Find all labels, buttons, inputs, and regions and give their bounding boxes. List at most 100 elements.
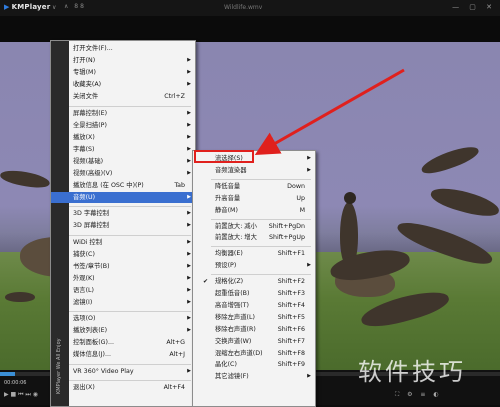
audio-menu-item[interactable]: 移除右声道(R) Shift+F6 bbox=[193, 324, 315, 335]
audio-submenu: 流选择(S) ▶ 音频渲染器 ▶ 降低音量 Down 升高音量 Up 静音(M) M 前置放大: 减… bbox=[192, 150, 316, 407]
audio-menu-item-label: 升高音量 bbox=[215, 194, 241, 202]
main-menu-item[interactable]: 3D 屏幕控制 ▶ bbox=[51, 220, 195, 231]
main-menu-item[interactable]: 媒体信息(J)... Alt+J bbox=[51, 349, 195, 360]
main-menu-item[interactable]: 全景扫描(P) ▶ bbox=[51, 120, 195, 131]
audio-menu-item-shortcut: Shift+F7 bbox=[277, 337, 305, 345]
audio-menu-item[interactable]: 交换声道(W) Shift+F7 bbox=[193, 336, 315, 347]
main-menu-item[interactable]: 外观(K) ▶ bbox=[51, 273, 195, 284]
audio-menu-item[interactable]: 音频渲染器 ▶ bbox=[193, 165, 315, 176]
main-menu-item[interactable]: 打开(N) ▶ bbox=[51, 55, 195, 66]
main-menu-item-label: 退出(X) bbox=[73, 383, 95, 391]
submenu-arrow-icon: ▶ bbox=[187, 145, 191, 152]
app-name: KMPlayer bbox=[11, 3, 51, 11]
main-menu-item[interactable]: 屏幕控制(E) ▶ bbox=[51, 108, 195, 119]
main-menu-item[interactable]: 打开文件(F)... bbox=[51, 43, 195, 54]
submenu-arrow-icon: ▶ bbox=[187, 367, 191, 374]
app-logo[interactable]: ▶ KMPlayer bbox=[4, 3, 50, 11]
audio-menu-item-shortcut: Shift+F6 bbox=[277, 325, 305, 333]
window-controls[interactable]: — ▢ ✕ bbox=[452, 3, 496, 11]
submenu-arrow-icon: ▶ bbox=[187, 69, 191, 76]
main-menu-item-label: 打开(N) bbox=[73, 57, 96, 65]
submenu-arrow-icon: ▶ bbox=[187, 81, 191, 88]
audio-menu-item[interactable]: 前置放大: 增大 Shift+PgUp bbox=[193, 232, 315, 243]
main-menu-item-label: 外观(K) bbox=[73, 274, 95, 282]
main-menu-item-label: 音频(U) bbox=[73, 194, 96, 202]
audio-menu-item-label: 降低音量 bbox=[215, 182, 241, 190]
audio-menu-item[interactable]: 其它滤镜(F) ▶ bbox=[193, 371, 315, 382]
menu-separator bbox=[211, 218, 311, 220]
main-menu-item[interactable]: 视频(基础) ▶ bbox=[51, 156, 195, 167]
seek-bar-fill bbox=[0, 372, 15, 376]
check-icon: ✔ bbox=[203, 278, 209, 286]
audio-menu-item-label: 移除左声道(L) bbox=[215, 313, 255, 321]
main-menu-item-label: 播放(X) bbox=[73, 133, 95, 141]
main-menu-item[interactable]: 选项(O) ▶ bbox=[51, 313, 195, 324]
main-menu-item[interactable]: 关闭文件 Ctrl+Z bbox=[51, 91, 195, 102]
main-menu-item[interactable]: WiDi 控制 ▶ bbox=[51, 237, 195, 248]
main-menu-item[interactable]: 书签/章节(B) ▶ bbox=[51, 261, 195, 272]
playback-buttons[interactable]: ▶ ■ ⏮ ⏭ ◉ bbox=[4, 391, 38, 399]
audio-menu-item[interactable]: 升高音量 Up bbox=[193, 193, 315, 204]
main-menu-item[interactable]: 控制面板(G)... Alt+G bbox=[51, 337, 195, 348]
main-menu-item-shortcut: Alt+J bbox=[169, 351, 185, 359]
audio-menu-item[interactable]: 预设(P) ▶ bbox=[193, 260, 315, 271]
menu-chevron-icon[interactable]: ∨ bbox=[52, 4, 56, 11]
submenu-arrow-icon: ▶ bbox=[187, 109, 191, 116]
annotation-box bbox=[194, 150, 254, 163]
audio-menu-item[interactable]: 移除左声道(L) Shift+F5 bbox=[193, 312, 315, 323]
menu-separator bbox=[211, 246, 311, 248]
top-strip bbox=[0, 16, 500, 42]
audio-menu-item[interactable]: 高音增强(T) Shift+F4 bbox=[193, 300, 315, 311]
menu-separator bbox=[211, 274, 311, 276]
main-menu-item-label: 书签/章节(B) bbox=[73, 262, 110, 270]
main-menu-item-label: 关闭文件 bbox=[73, 93, 99, 101]
main-menu-item-label: VR 360° Video Play bbox=[73, 367, 134, 375]
submenu-arrow-icon: ▶ bbox=[187, 327, 191, 334]
main-menu-item[interactable]: VR 360° Video Play ▶ bbox=[51, 366, 195, 377]
main-menu-item-label: 语言(L) bbox=[73, 286, 95, 294]
main-menu-item-label: 专辑(M) bbox=[73, 69, 96, 77]
audio-menu-item[interactable]: ✔ 规格化(Z) Shift+F2 bbox=[193, 276, 315, 287]
audio-menu-item-label: 超重低音(B) bbox=[215, 290, 250, 297]
pin-icon[interactable]: ∧ 88 bbox=[64, 3, 86, 10]
main-menu-item-label: 视频(高级)(V) bbox=[73, 170, 113, 177]
main-menu-item[interactable]: 语言(L) ▶ bbox=[51, 285, 195, 296]
main-menu-item-label: 播放信息 (在 OSC 中)(P) bbox=[73, 182, 144, 190]
main-menu-item[interactable]: 3D 字幕控制 ▶ bbox=[51, 208, 195, 219]
main-menu-item[interactable]: 播放(X) ▶ bbox=[51, 132, 195, 143]
audio-menu-item-label: 高音增强(T) bbox=[215, 301, 249, 309]
main-menu-item[interactable]: 收藏夹(A) ▶ bbox=[51, 79, 195, 90]
main-menu-item-label: WiDi 控制 bbox=[73, 238, 103, 246]
main-menu-item[interactable]: 音频(U) ▶ bbox=[51, 192, 195, 204]
main-menu-item[interactable]: 字幕(S) ▶ bbox=[51, 144, 195, 155]
audio-menu-item-label: 其它滤镜(F) bbox=[215, 373, 249, 381]
main-menu-item[interactable]: 滤镜(I) ▶ bbox=[51, 297, 195, 308]
audio-menu-item[interactable]: 均衡器(E) Shift+F1 bbox=[193, 248, 315, 259]
submenu-arrow-icon: ▶ bbox=[187, 250, 191, 257]
view-buttons[interactable]: ⛶ ⚙ ≡ ◐ bbox=[395, 391, 442, 399]
main-menu-item[interactable]: 视频(高级)(V) ▶ bbox=[51, 168, 195, 179]
audio-menu-item[interactable]: 混缩左右声道(D) Shift+F8 bbox=[193, 348, 315, 359]
main-menu-item[interactable]: 退出(X) Alt+F4 bbox=[51, 382, 195, 393]
submenu-arrow-icon: ▶ bbox=[187, 170, 191, 176]
main-menu-item-shortcut: Alt+G bbox=[166, 339, 185, 347]
main-menu-item[interactable]: 专辑(M) ▶ bbox=[51, 67, 195, 78]
main-menu-item-label: 捕获(C) bbox=[73, 250, 95, 258]
main-menu-item-label: 屏幕控制(E) bbox=[73, 109, 108, 117]
main-menu-item[interactable]: 捕获(C) ▶ bbox=[51, 249, 195, 260]
flying-bird bbox=[0, 167, 51, 191]
main-menu-item-shortcut: Ctrl+Z bbox=[164, 93, 185, 101]
audio-menu-item-shortcut: Shift+F9 bbox=[277, 361, 305, 369]
audio-menu-item-label: 晶化(C) bbox=[215, 361, 237, 369]
flying-bird bbox=[428, 183, 500, 221]
audio-menu-item[interactable]: 静音(M) M bbox=[193, 205, 315, 216]
audio-menu-item[interactable]: 晶化(C) Shift+F9 bbox=[193, 359, 315, 370]
submenu-arrow-icon: ▶ bbox=[187, 299, 191, 305]
audio-menu-item[interactable]: 超重低音(B) Shift+F3 bbox=[193, 288, 315, 299]
main-menu-item[interactable]: 播放信息 (在 OSC 中)(P) Tab bbox=[51, 180, 195, 191]
audio-menu-item[interactable]: 前置放大: 减小 Shift+PgDn bbox=[193, 221, 315, 232]
audio-menu-item[interactable]: 降低音量 Down bbox=[193, 181, 315, 192]
audio-menu-item-shortcut: Shift+F8 bbox=[277, 349, 305, 357]
submenu-arrow-icon: ▶ bbox=[307, 166, 311, 173]
main-menu-item[interactable]: 播放列表(E) ▶ bbox=[51, 325, 195, 336]
